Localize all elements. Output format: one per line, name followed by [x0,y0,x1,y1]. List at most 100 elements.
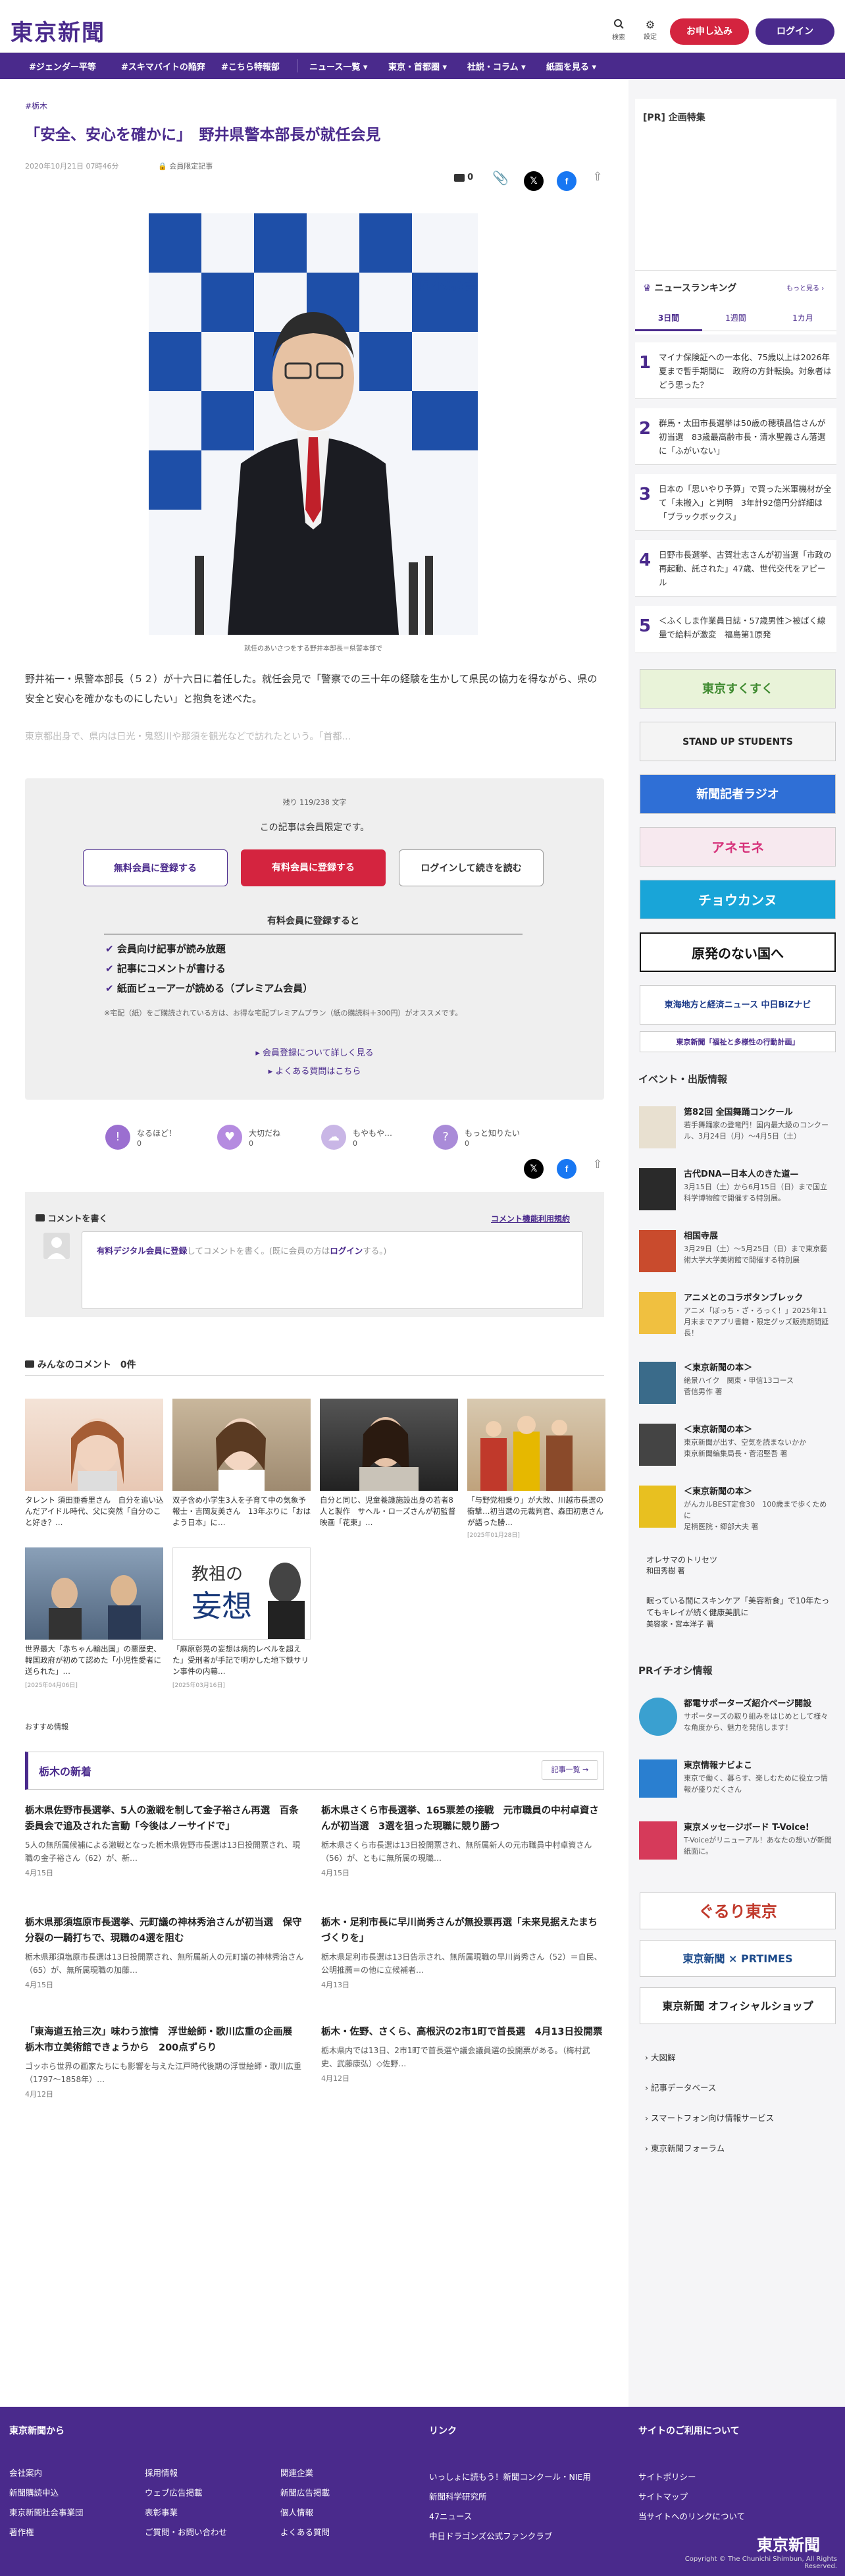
membership-detail-link[interactable]: ▸ 会員登録について詳しく見る [25,1046,604,1058]
free-register-button[interactable]: 無料会員に登録する [83,849,228,886]
nav-item-tokyo[interactable]: 東京・首都圏 ▾ [388,60,447,72]
sidebar-link[interactable]: › スマートフォン向け情報サービス [645,2111,774,2124]
search-button[interactable]: 検索 [607,18,630,41]
nav-item-news[interactable]: ニュース一覧 ▾ [309,60,367,72]
latest-news-item[interactable]: 栃木県那須塩原市長選挙、元町議の神林秀治さんが初当選 保守分裂の一騎打ちで、現職… [25,1915,308,1990]
paid-register-button[interactable]: 有料会員に登録する [241,849,386,886]
latest-news-item[interactable]: 栃木県佐野市長選挙、5人の激戦を制して金子裕さん再選 百条委員会で追及された言動… [25,1803,308,1878]
pr-item[interactable]: 東京メッセージボード T-Voice! T-Voiceがリニューアル！あなたの想い… [635,1817,836,1874]
facebook-share-icon[interactable]: f [557,1159,576,1179]
settings-button[interactable]: ⚙ 設定 [638,18,662,41]
footer-link[interactable]: 東京新聞社会事業団 [9,2506,84,2518]
ranking-item[interactable]: 5 ＜ふくしま作業員日誌・57歳男性＞被ばく線量で給料が激変 福島第1原発 [635,606,836,653]
site-logo[interactable]: 東京新聞 [11,14,105,47]
footer-link[interactable]: サイトポリシー [638,2470,696,2482]
latest-news-item[interactable]: 栃木・足利市長に早川尚秀さんが無投票再選「未来見据えたまちづくりを」 栃木県足利… [321,1915,604,1990]
comment-rules-link[interactable]: コメント機能利用規約 [491,1213,570,1224]
related-thumb[interactable] [320,1399,458,1491]
banner-standup[interactable]: STAND UP STUDENTS [640,722,836,761]
related-title[interactable]: 「麻原彰晃の妄想は病的レベルを超えた」受刑者が手記で明かした地下鉄サリン事件の内… [172,1644,312,1677]
tab-3days[interactable]: 3日間 [635,305,702,331]
nav-item-paper[interactable]: 紙面を見る ▾ [546,60,596,72]
banner-chokanu[interactable]: チョウカンヌ [640,880,836,919]
text-link-item[interactable]: 眠っている間にスキンケア「美容断食」で10年たってもキレイが続く健康美肌に 美容家… [646,1595,831,1630]
sidebar-link[interactable]: › 東京新聞フォーラム [645,2141,725,2154]
footer-link[interactable]: ご質問・お問い合わせ [145,2525,227,2538]
footer-link[interactable]: 関連企業 [280,2466,313,2479]
related-thumb[interactable] [467,1399,605,1491]
text-link-item[interactable]: オレサマのトリセツ 和田秀樹 著 [646,1554,831,1576]
sidebar-link[interactable]: › 大図解 [645,2051,676,2063]
footer-link[interactable]: 採用情報 [145,2466,178,2479]
related-title[interactable]: 世界最大「赤ちゃん輸出国」の悪歴史、韓国政府が初めて認めた「小児性愛者に送られた… [25,1644,165,1677]
sidebar-link[interactable]: › 記事データベース [645,2081,716,2093]
book-item[interactable]: ＜東京新聞の本＞ 東京新聞が出す、空気を読まないかか 東京新聞編集局長・菅沼堅吾 … [635,1420,836,1476]
ranking-item[interactable]: 1 マイナ保険証への一本化、75歳以上は2026年夏まで暫手期間に 政府の方針転換… [635,342,836,399]
latest-news-item[interactable]: 栃木県さくら市長選挙、165票差の接戦 元市職員の中村卓資さんが初当選 3選を狙… [321,1803,604,1878]
login-link[interactable]: ログイン [330,1246,363,1256]
book-item[interactable]: ＜東京新聞の本＞ がんカルBEST定食30 100歳まで歩くために 足柄医院・郷部… [635,1482,836,1538]
event-item[interactable]: 古代DNA—日本人のきた道— 3月15日（土）から6月15日（日）まで国立科学博物… [635,1164,836,1221]
footer-link[interactable]: 新聞広告掲載 [280,2486,330,2498]
banner-official-shop[interactable]: 東京新聞 オフィシャルショップ [640,1987,836,2024]
book-item[interactable]: ＜東京新聞の本＞ 絶景ハイク 関東・甲信13コース 菅信男作 著 [635,1358,836,1414]
nav-item-tokuhobu[interactable]: #こちら特報部 [221,60,280,72]
x-share-icon[interactable]: 𝕏 [524,1159,544,1179]
related-title[interactable]: 双子含め小学生3人を子育て中の気象予報士・吉岡友美さん 13年ぶりに「おはよう日… [172,1495,312,1528]
related-title[interactable]: 「与野党相乗り」が大敗、川越市長選の衝撃…初当選の元裁判官、森田初恵さんが語った… [467,1495,607,1528]
login-button[interactable]: ログイン [755,18,834,45]
footer-link[interactable]: 新聞科学研究所 [429,2490,487,2502]
banner-gururi-tokyo[interactable]: ぐるり東京 [640,1892,836,1929]
faq-link[interactable]: ▸ よくある質問はこちら [25,1064,604,1077]
footer-logo[interactable]: 東京新聞 [757,2532,820,2555]
tab-1month[interactable]: 1カ月 [769,305,836,331]
event-item[interactable]: 相国寺展 3月29日（土）〜5月25日（日）まで東京藝術大学大学美術館で開催する特… [635,1226,836,1283]
related-title[interactable]: タレント 須田亜香里さん 自分を追い込んだアイドル時代、父に突然「自分のこと好き… [25,1495,165,1528]
footer-link[interactable]: 個人情報 [280,2506,313,2518]
ranking-item[interactable]: 4 日野市長選挙、古賀壮志さんが初当選「市政の再起動、託された」47歳、世代交代を… [635,540,836,597]
related-thumb[interactable] [172,1399,311,1491]
share-icon[interactable]: ⇧ [590,170,605,190]
tab-1week[interactable]: 1週間 [702,305,769,331]
event-item[interactable]: 第82回 全国舞踊コンクール 若手舞踊家の登竜門！国内最大級のコンクール、3月24… [635,1102,836,1159]
footer-link[interactable]: 新聞購読申込 [9,2486,59,2498]
banner-anemone[interactable]: アネモネ [640,827,836,867]
latest-news-item[interactable]: 「東海道五拾三次」味わう旅情 浮世絵師・歌川広重の企画展 栃木市立美術館できょう… [25,2024,308,2099]
ranking-item[interactable]: 2 群馬・太田市長選挙は50歳の穂積昌信さんが初当選 83歳最高齢市長・清水聖義さ… [635,408,836,465]
footer-link[interactable]: 47ニュース [429,2509,472,2522]
register-link[interactable]: 有料デジタル会員に登録 [97,1246,187,1256]
x-share-icon[interactable]: 𝕏 [524,171,544,191]
footer-link[interactable]: 当サイトへのリンクについて [638,2509,745,2522]
comment-count-link[interactable]: 0 [454,173,473,182]
facebook-share-icon[interactable]: f [557,171,576,191]
pr-item[interactable]: 都電サポーターズ紹介ページ開設 サポーターズの取り組みをはじめとして様々な角度から… [635,1694,836,1750]
related-thumb[interactable] [25,1547,163,1640]
login-continue-button[interactable]: ログインして続きを読む [399,849,544,886]
footer-link[interactable]: 著作権 [9,2525,34,2538]
footer-link[interactable]: 中日ドラゴンズ公式ファンクラブ [429,2529,552,2542]
comment-input[interactable]: 有料デジタル会員に登録してコメントを書く。(既に会員の方はログインする。) [82,1231,583,1309]
article-list-button[interactable]: 記事一覧 → [542,1760,598,1780]
footer-link[interactable]: 表彰事業 [145,2506,178,2518]
footer-link[interactable]: よくある質問 [280,2525,330,2538]
article-tag[interactable]: #栃木 [25,100,47,111]
latest-news-item[interactable]: 栃木・佐野、さくら、高根沢の2市1町で首長選 4月13日投開票 栃木県内では13… [321,2024,604,2083]
event-item[interactable]: アニメとのコラボタンブレック アニメ「ぼっち・ざ・ろっく！」2025年11月末まで… [635,1288,836,1345]
related-thumb[interactable] [25,1399,163,1491]
footer-link[interactable]: ウェブ広告掲載 [145,2486,203,2498]
nav-item-sukima[interactable]: #スキマバイトの陥穽 [121,60,205,72]
nav-item-editorial[interactable]: 社説・コラム ▾ [467,60,526,72]
share-icon[interactable]: ⇧ [590,1158,605,1177]
related-title[interactable]: 自分と同じ、児童養護施設出身の若者8人と製作 サヘル・ローズさんが初監督映画「花… [320,1495,459,1528]
banner-radio[interactable]: 新聞記者ラジオ [640,774,836,814]
ranking-more-link[interactable]: もっと見る › [786,282,824,292]
banner-biz-navi[interactable]: 東海地方と経済ニュース 中日BiZナビ [640,985,836,1025]
banner-genpatsu[interactable]: 原発のない国へ [640,932,836,972]
banner-sukusuku[interactable]: 東京すくすく [640,669,836,709]
footer-link[interactable]: いっしょに読もう！新聞コンクール・NIE用 [429,2470,591,2482]
footer-link[interactable]: 会社案内 [9,2466,42,2479]
footer-link[interactable]: サイトマップ [638,2490,688,2502]
banner-welfare[interactable]: 東京新聞「福祉と多様性の行動計画」 [640,1031,836,1052]
related-thumb[interactable]: 教祖の 妄想 [172,1547,311,1640]
clip-icon[interactable]: 📎 [492,170,512,190]
